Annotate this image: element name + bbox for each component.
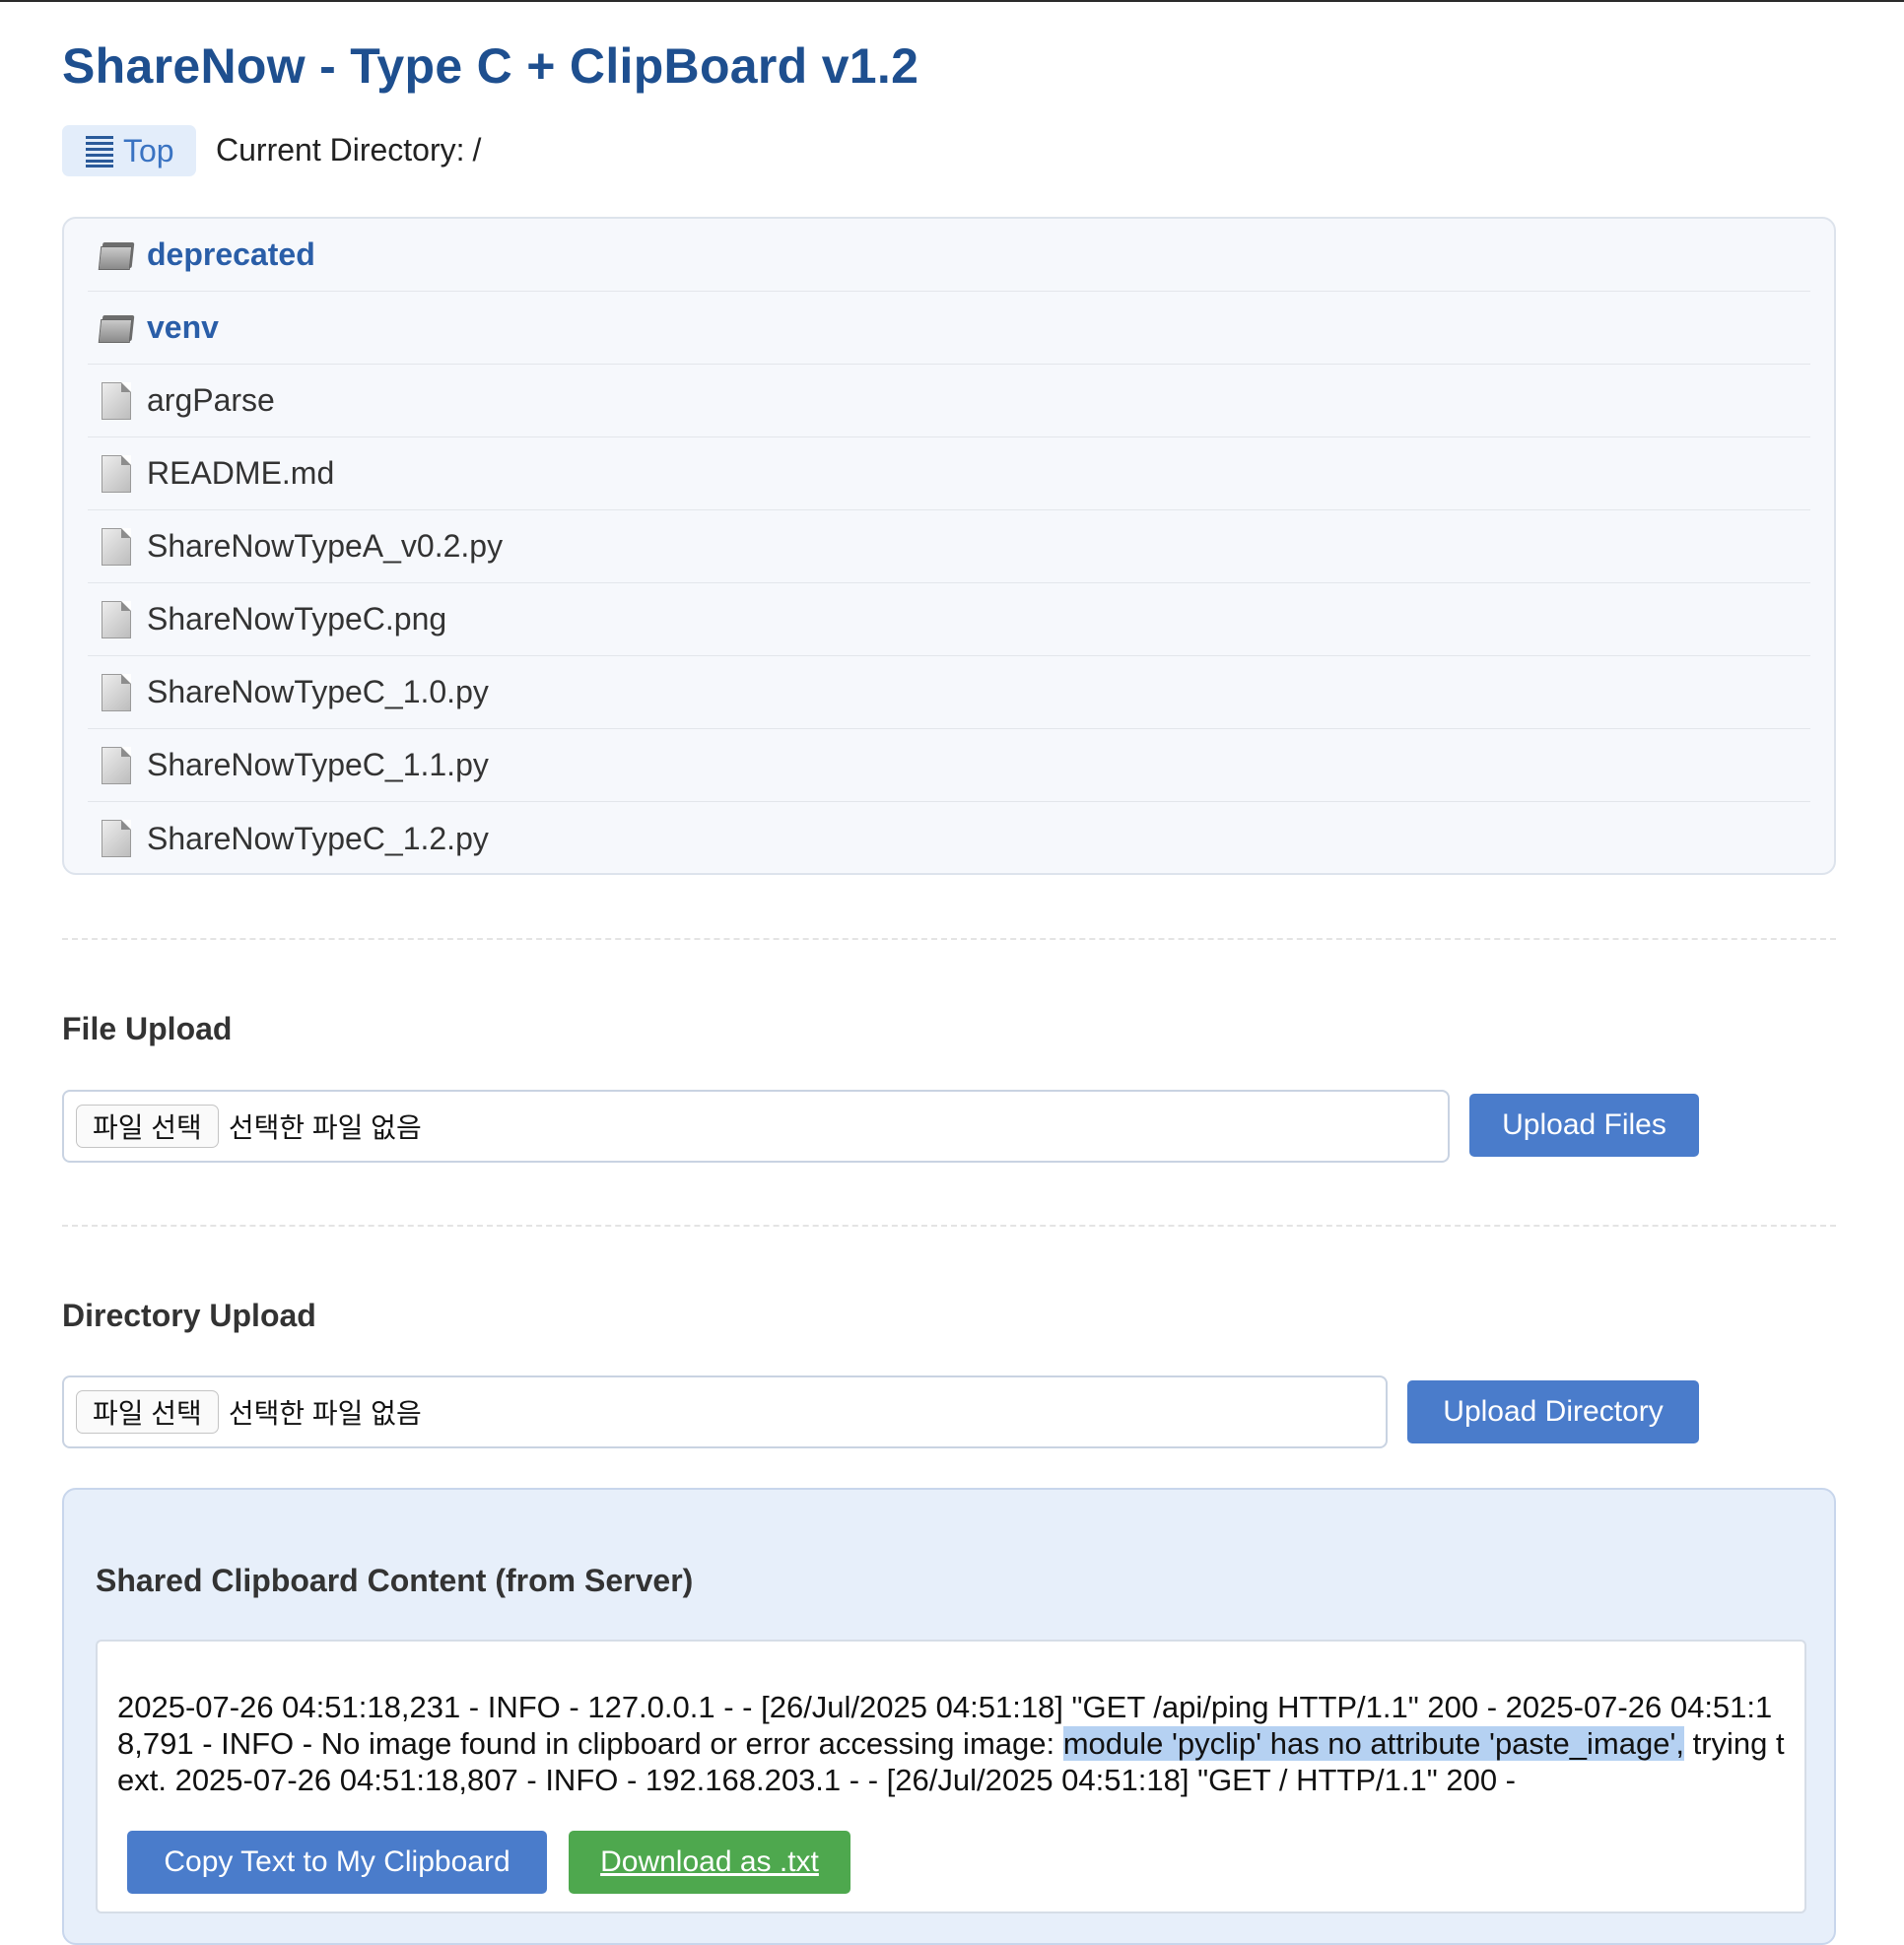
file-link[interactable]: ShareNowTypeC_1.0.py: [147, 674, 489, 710]
clipboard-panel: Shared Clipboard Content (from Server) 2…: [62, 1488, 1836, 1945]
file-row[interactable]: ShareNowTypeC_1.2.py: [88, 802, 1810, 875]
file-link[interactable]: ShareNowTypeA_v0.2.py: [147, 528, 503, 565]
document-icon: [100, 381, 133, 420]
file-row[interactable]: README.md: [88, 437, 1810, 510]
current-directory: Current Directory: /: [216, 132, 489, 168]
top-button-label: Top: [123, 132, 174, 168]
top-button[interactable]: Top: [62, 125, 196, 176]
document-icon: [100, 746, 133, 784]
document-icon: [100, 454, 133, 493]
folder-icon: [98, 313, 135, 343]
section-divider: [62, 1225, 1836, 1227]
file-link[interactable]: ShareNowTypeC_1.2.py: [147, 821, 489, 857]
directory-row[interactable]: venv: [88, 292, 1810, 365]
file-upload-heading: File Upload: [62, 1011, 233, 1046]
file-row[interactable]: ShareNowTypeC_1.1.py: [88, 729, 1810, 802]
list-icon: [86, 134, 113, 168]
no-directory-selected-text: 선택한 파일 없음: [228, 1398, 422, 1429]
clipboard-heading: Shared Clipboard Content (from Server): [96, 1563, 694, 1598]
folder-icon: [98, 240, 135, 270]
document-icon: [100, 820, 133, 857]
file-link[interactable]: argParse: [147, 382, 275, 419]
file-upload-input[interactable]: 파일 선택 선택한 파일 없음: [62, 1090, 1450, 1163]
file-row[interactable]: argParse: [88, 365, 1810, 437]
current-directory-label: Current Directory:: [216, 132, 465, 168]
upload-directory-button[interactable]: Upload Directory: [1407, 1380, 1699, 1443]
directory-upload-heading: Directory Upload: [62, 1298, 316, 1333]
file-row[interactable]: ShareNowTypeC_1.0.py: [88, 656, 1810, 729]
directory-link[interactable]: deprecated: [147, 236, 315, 273]
clipboard-text[interactable]: 2025-07-26 04:51:18,231 - INFO - 127.0.0…: [117, 1689, 1793, 1798]
file-listing: deprecated venv argParse README.md ShareNowT…: [62, 217, 1836, 875]
choose-directory-button[interactable]: 파일 선택: [76, 1390, 219, 1434]
file-link[interactable]: ShareNowTypeC_1.1.py: [147, 747, 489, 783]
document-icon: [100, 673, 133, 711]
file-link[interactable]: ShareNowTypeC.png: [147, 601, 446, 637]
download-txt-link[interactable]: Download as .txt: [569, 1831, 850, 1894]
clipboard-content-box: 2025-07-26 04:51:18,231 - INFO - 127.0.0…: [96, 1640, 1806, 1913]
clipboard-text-selection: module 'pyclip' has no attribute 'paste_…: [1062, 1726, 1684, 1761]
choose-file-button[interactable]: 파일 선택: [76, 1105, 219, 1148]
file-link[interactable]: README.md: [147, 455, 334, 492]
file-row[interactable]: ShareNowTypeC.png: [88, 583, 1810, 656]
document-icon: [100, 527, 133, 566]
directory-link[interactable]: venv: [147, 309, 219, 346]
section-divider: [62, 938, 1836, 940]
copy-text-button[interactable]: Copy Text to My Clipboard: [127, 1831, 547, 1894]
window-top-border: [0, 0, 1904, 2]
upload-files-button[interactable]: Upload Files: [1469, 1094, 1699, 1157]
directory-row[interactable]: deprecated: [88, 219, 1810, 292]
document-icon: [100, 600, 133, 638]
directory-upload-input[interactable]: 파일 선택 선택한 파일 없음: [62, 1375, 1388, 1448]
page-title: ShareNow - Type C + ClipBoard v1.2: [62, 38, 919, 94]
file-row[interactable]: ShareNowTypeA_v0.2.py: [88, 510, 1810, 583]
no-file-selected-text: 선택한 파일 없음: [228, 1112, 422, 1143]
current-directory-value: /: [472, 132, 482, 168]
